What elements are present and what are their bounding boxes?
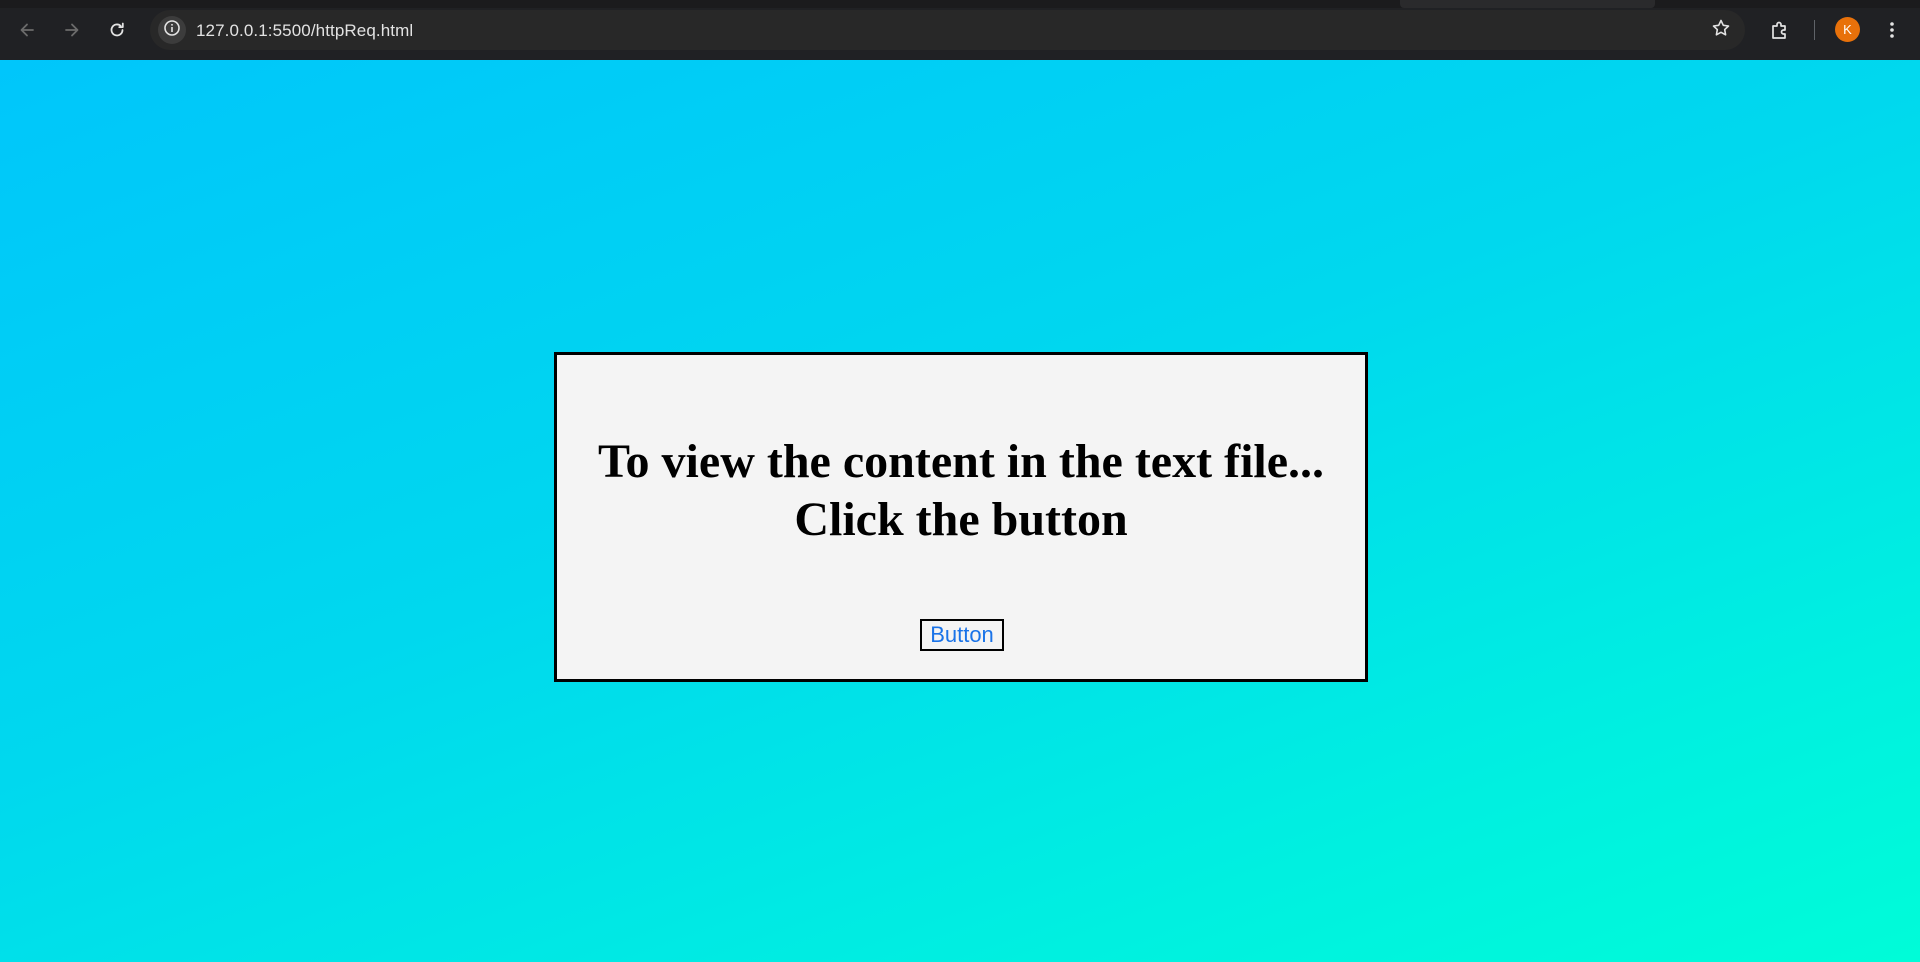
extensions-button[interactable] (1764, 14, 1796, 46)
profile-avatar[interactable]: K (1835, 17, 1860, 42)
kebab-menu-icon (1882, 20, 1902, 40)
toolbar-divider (1814, 20, 1815, 40)
browser-toolbar: 127.0.0.1:5500/httpReq.html K (0, 0, 1920, 60)
heading-line-1: To view the content in the text file... (597, 435, 1325, 488)
reload-icon (107, 20, 127, 40)
tab-edge (1400, 0, 1655, 8)
puzzle-icon (1769, 19, 1791, 41)
reload-button[interactable] (101, 14, 133, 46)
site-info-button[interactable] (158, 16, 186, 44)
tab-strip (0, 0, 1920, 8)
back-button[interactable] (11, 14, 43, 46)
bookmark-button[interactable] (1707, 16, 1735, 44)
address-bar[interactable]: 127.0.0.1:5500/httpReq.html (150, 10, 1745, 50)
content-card: To view the content in the text file... … (554, 352, 1368, 682)
page-heading: To view the content in the text file... … (557, 433, 1365, 549)
arrow-right-icon (62, 20, 82, 40)
page-viewport: To view the content in the text file... … (0, 60, 1920, 962)
forward-button[interactable] (56, 14, 88, 46)
info-icon (163, 19, 181, 42)
url-text[interactable]: 127.0.0.1:5500/httpReq.html (196, 21, 413, 41)
star-icon (1711, 18, 1731, 43)
heading-line-2: Click the button (794, 493, 1128, 546)
menu-button[interactable] (1876, 14, 1908, 46)
load-file-button[interactable]: Button (920, 619, 1004, 651)
arrow-left-icon (17, 20, 37, 40)
